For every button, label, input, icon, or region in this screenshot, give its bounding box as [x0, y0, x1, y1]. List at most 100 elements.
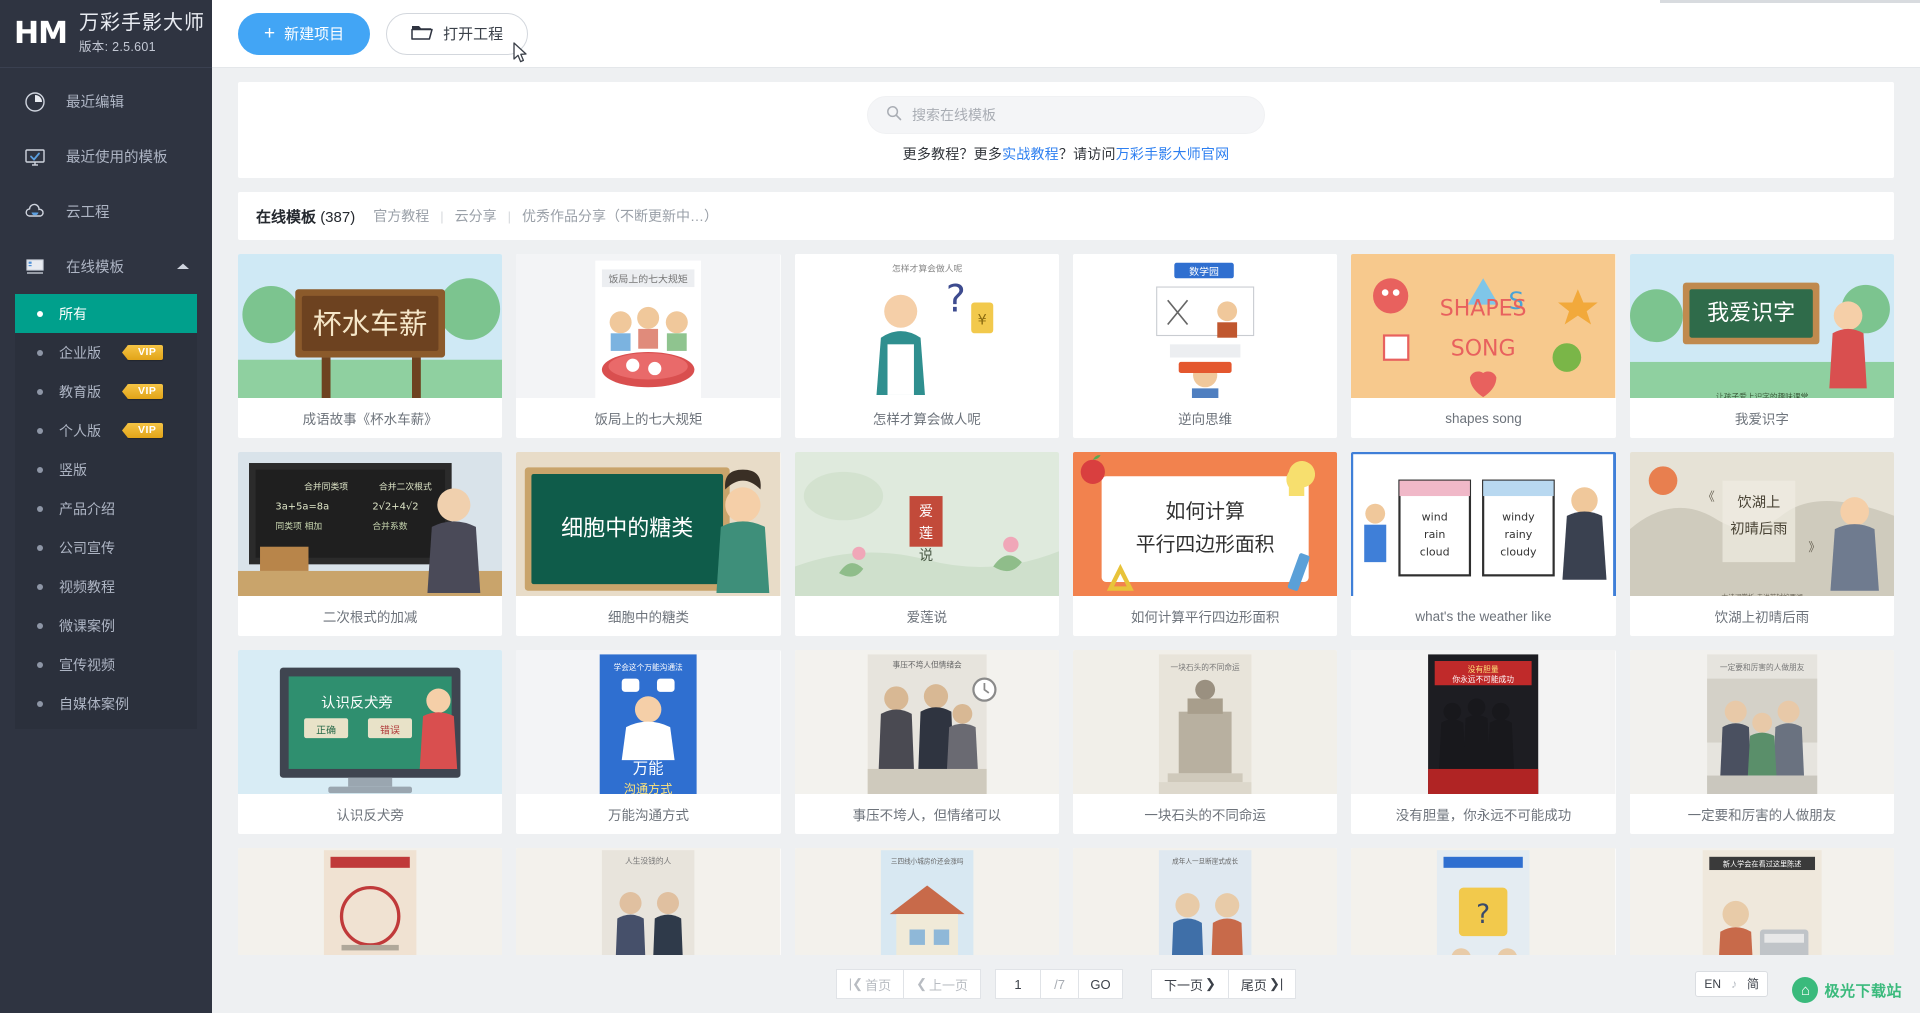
template-card[interactable]: 成年人一旦断崖式成长: [1073, 848, 1338, 955]
template-card[interactable]: 认识反犬旁 正确 错误 认识反犬旁: [238, 650, 503, 834]
tutorial-middle: ？请访问: [1058, 146, 1116, 162]
template-title: shapes song: [1445, 410, 1522, 426]
sidebar-item-label: 云工程: [66, 205, 110, 221]
svg-text:rain: rain: [1424, 528, 1445, 541]
open-project-label: 打开工程: [443, 26, 504, 43]
template-card[interactable]: ?: [1351, 848, 1616, 955]
template-card[interactable]: 没有胆量 你永远不可能成功 没有胆量，你永远不可能成功: [1351, 650, 1616, 834]
template-card[interactable]: 杯水车薪 成语故事《杯水车薪》: [238, 254, 503, 438]
go-button[interactable]: GO: [1079, 969, 1123, 999]
template-thumbnail: ?: [1351, 848, 1616, 955]
svg-text:说: 说: [919, 547, 933, 564]
prev-page-icon: ❮: [916, 976, 927, 991]
new-project-button[interactable]: + 新建项目: [238, 12, 371, 55]
sidebar-subitem-company-promo[interactable]: 公司宣传: [15, 528, 197, 567]
template-card[interactable]: 爱 莲 说 爱莲说: [794, 452, 1059, 636]
sidebar-item-recent-templates[interactable]: 最近使用的模板: [0, 129, 212, 184]
language-toggle[interactable]: EN ♪ 简: [1695, 971, 1768, 997]
next-page-button[interactable]: 下一页 ❯: [1151, 969, 1229, 999]
pagination-left-group: |❮ 首页 ❮ 上一页: [835, 969, 981, 999]
template-card[interactable]: 事压不垮人但情绪会 事压不垮人，但情绪可以: [794, 650, 1059, 834]
sidebar-item-recent-edit[interactable]: 最近编辑: [0, 74, 212, 129]
page-number-input[interactable]: [995, 969, 1041, 999]
bullet-icon: [37, 466, 43, 473]
bullet-icon: [37, 583, 43, 590]
sidebar-subitem-promo-video[interactable]: 宣传视频: [15, 645, 197, 684]
tab-cloud-share[interactable]: 云分享: [455, 206, 497, 226]
tab-featured-works[interactable]: 优秀作品分享（不断更新中…）: [522, 206, 718, 226]
template-thumbnail: 三四线小城房价还会涨吗: [794, 848, 1059, 955]
template-card[interactable]: 细胞中的糖类 细胞中的糖类: [516, 452, 781, 636]
sidebar-subitem-education[interactable]: 教育版 VIP: [15, 372, 197, 411]
practical-tutorial-link[interactable]: 实战教程: [1002, 146, 1059, 162]
template-card[interactable]: [238, 848, 503, 955]
sidebar-subitem-personal[interactable]: 个人版 VIP: [15, 411, 197, 450]
language-code: EN: [1704, 977, 1721, 991]
vip-badge: VIP: [127, 423, 164, 438]
template-thumbnail: 事压不垮人但情绪会: [794, 650, 1059, 794]
vip-badge: VIP: [127, 384, 164, 399]
search-box[interactable]: [867, 96, 1265, 134]
template-card[interactable]: 数学园 逆向思维: [1073, 254, 1338, 438]
official-site-link[interactable]: 万彩手影大师官网: [1116, 146, 1230, 162]
sidebar-subitem-micro-lesson[interactable]: 微课案例: [15, 606, 197, 645]
window-accent-bar: [1660, 0, 1920, 3]
first-page-icon: |❮: [848, 976, 864, 991]
template-title: 怎样才算会做人呢: [872, 412, 981, 427]
svg-text:三四线小城房价还会涨吗: 三四线小城房价还会涨吗: [891, 856, 964, 865]
svg-text:让孩子爱上识字的趣味课堂: 让孩子爱上识字的趣味课堂: [1716, 391, 1809, 398]
bullet-icon: [37, 427, 43, 434]
sidebar-subitem-enterprise[interactable]: 企业版 VIP: [15, 333, 197, 372]
template-card[interactable]: 如何计算 平行四边形面积 如何计算平行四边形面积: [1073, 452, 1338, 636]
svg-text:3a+5a=8a: 3a+5a=8a: [275, 501, 329, 512]
template-card[interactable]: 三四线小城房价还会涨吗: [794, 848, 1059, 955]
template-card[interactable]: 饭局上的七大规矩 饭局上的七大规矩: [516, 254, 781, 438]
template-card[interactable]: 合并同类项 合并二次根式 3a+5a=8a 2√2+4√2 同类项 相加 合并系…: [238, 452, 503, 636]
template-title: 细胞中的糖类: [607, 610, 689, 625]
template-card[interactable]: 新人学会在看过这里陈述: [1629, 848, 1894, 955]
svg-text:饮湖上: 饮湖上: [1737, 494, 1780, 511]
sidebar-subitem-all[interactable]: 所有: [15, 294, 197, 333]
template-card[interactable]: 饮湖上 初晴后雨 《 》 古诗词赏析 走进苏轼的西湖 饮湖上初晴后雨: [1629, 452, 1894, 636]
open-project-button[interactable]: 打开工程: [386, 12, 529, 55]
vip-badge: VIP: [127, 345, 164, 360]
sidebar-item-cloud-project[interactable]: 云工程: [0, 184, 212, 239]
total-pages-label: /7: [1041, 969, 1079, 999]
tab-separator: |: [440, 208, 444, 224]
template-card[interactable]: 一定要和厉害的人做朋友 一定要和厉害的人做朋友: [1629, 650, 1894, 834]
content-scroll-area[interactable]: 更多教程？更多实战教程？请访问万彩手影大师官网 在线模板 (387) 官方教程 …: [212, 68, 1920, 955]
last-page-button[interactable]: 尾页 ❯|: [1228, 969, 1297, 999]
template-thumbnail: 没有胆量 你永远不可能成功: [1351, 650, 1616, 794]
pagination-right-group: 下一页 ❯ 尾页 ❯|: [1151, 969, 1297, 999]
svg-text:新人学会在看过这里陈述: 新人学会在看过这里陈述: [1723, 860, 1802, 869]
template-title: 逆向思维: [1178, 412, 1233, 427]
template-card[interactable]: 我爱识字 让孩子爱上识字的趣味课堂 我爱识字: [1629, 254, 1894, 438]
first-page-button[interactable]: |❮ 首页: [835, 969, 905, 999]
sidebar-subitem-video-tutorial[interactable]: 视频教程: [15, 567, 197, 606]
sidebar-item-online-templates[interactable]: 在线模板: [0, 239, 212, 294]
svg-text:万能: 万能: [633, 759, 664, 777]
svg-text:《: 《: [1702, 489, 1714, 503]
tab-online-templates[interactable]: 在线模板 (387): [256, 206, 355, 227]
template-card[interactable]: wind rain cloud windy rainy cloudy what'…: [1351, 452, 1616, 636]
tab-official-tutorial[interactable]: 官方教程: [373, 206, 429, 226]
sidebar-subitem-self-media[interactable]: 自媒体案例: [15, 684, 197, 723]
template-thumbnail: 新人学会在看过这里陈述: [1629, 848, 1894, 955]
template-card[interactable]: 人生没钱的人: [516, 848, 781, 955]
template-card[interactable]: 怎样才算会做人呢 ? ¥ 怎样才算会做人呢: [794, 254, 1059, 438]
sidebar-subitem-vertical[interactable]: 竖版: [15, 450, 197, 489]
template-title: 一块石头的不同命运: [1144, 808, 1266, 823]
sidebar-subitem-product-intro[interactable]: 产品介绍: [15, 489, 197, 528]
template-card[interactable]: 一块石头的不同命运 一块石头的不同命运: [1073, 650, 1338, 834]
prev-page-button[interactable]: ❮ 上一页: [904, 969, 981, 999]
template-count: (387): [320, 208, 356, 226]
bullet-icon: [37, 349, 43, 356]
template-card[interactable]: 学会这个万能沟通法 万能 沟通方式 万能沟通方式: [516, 650, 781, 834]
bullet-icon: [37, 388, 43, 395]
sidebar: HM 万彩手影大师 版本: 2.5.601 最近编辑 最近使用的模板 云工程 在…: [0, 0, 212, 1013]
search-input[interactable]: [912, 107, 1246, 123]
bullet-icon: [37, 505, 43, 512]
template-title: 我爱识字: [1734, 412, 1789, 427]
cloud-icon: [22, 199, 48, 225]
template-card[interactable]: S SHAPES SONG shapes song: [1351, 254, 1616, 438]
